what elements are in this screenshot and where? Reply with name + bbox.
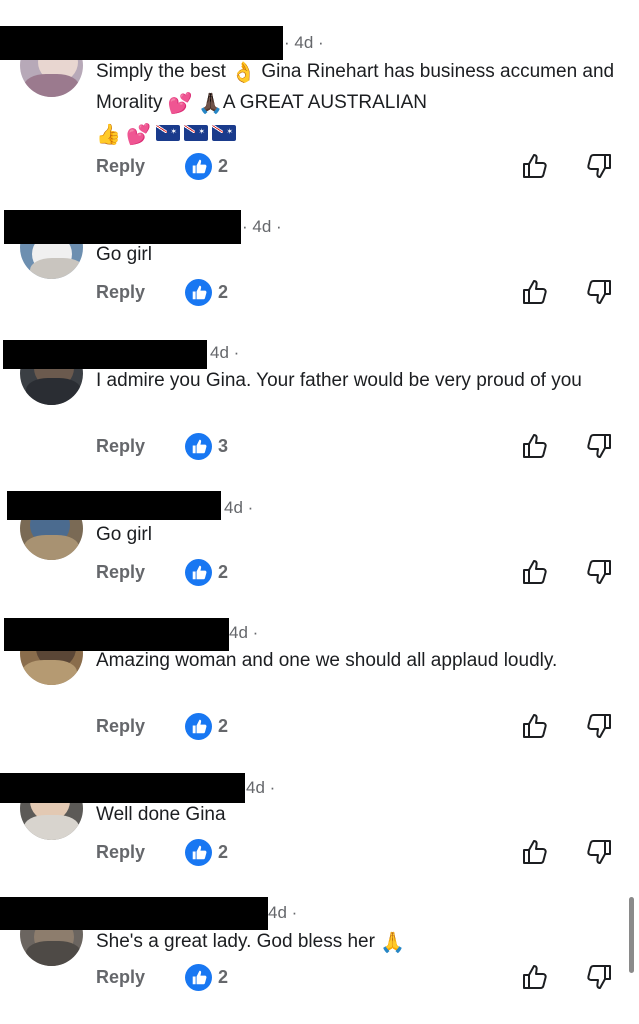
like-badge-icon <box>185 839 212 866</box>
comment-time: 4d <box>268 903 287 922</box>
comment-text: She's a great lady. God bless her 🙏 <box>96 931 406 954</box>
like-count: 2 <box>218 716 229 736</box>
comment-actions: Reply 2 <box>0 711 639 741</box>
thumbs-down-icon[interactable] <box>584 962 614 992</box>
reply-button[interactable]: Reply <box>96 837 145 867</box>
thumbs-up-icon[interactable] <box>520 557 550 587</box>
comment-meta: · 4d · <box>284 33 324 52</box>
australia-flag-icon <box>156 125 181 141</box>
like-badge-icon <box>185 713 212 740</box>
comment-actions: Reply 3 <box>0 431 639 461</box>
australia-flag-icon <box>212 125 237 141</box>
comment-text: Simply the best 👌 Gina Rinehart has busi… <box>96 57 616 150</box>
comment-meta: 4d · <box>229 623 259 642</box>
comment-time: 4d <box>294 33 314 52</box>
thumbs-up-icon[interactable] <box>520 151 550 181</box>
reply-button[interactable]: Reply <box>96 277 145 307</box>
comment-meta: 4d · <box>224 498 254 517</box>
like-badge-icon <box>185 153 212 180</box>
comment-time: 4d <box>210 343 229 362</box>
like-count: 2 <box>218 156 229 176</box>
like-badge-icon <box>185 964 212 991</box>
comment: 4d · Well done Gina Reply 2 <box>0 760 639 890</box>
comment-meta: · 4d · <box>242 217 282 236</box>
comment-text: Go girl <box>96 244 152 265</box>
reply-button[interactable]: Reply <box>96 431 145 461</box>
comment-actions: Reply 2 <box>0 151 639 181</box>
thumbs-up-icon[interactable] <box>520 962 550 992</box>
like-count: 2 <box>218 842 229 862</box>
hearts-emoji: 💕 <box>167 93 193 115</box>
scrollbar[interactable] <box>629 897 634 973</box>
like-badge-icon <box>185 279 212 306</box>
hearts-emoji: 💕 <box>126 124 152 146</box>
comment: 4d · Amazing woman and one we should all… <box>0 610 639 760</box>
thumbs-down-icon[interactable] <box>584 151 614 181</box>
comment: 4d · Go girl Reply 2 <box>0 480 639 610</box>
australia-flag-icon <box>184 125 209 141</box>
comment-text: I admire you Gina. Your father would be … <box>96 370 582 391</box>
reply-button[interactable]: Reply <box>96 962 145 992</box>
redacted-author-name <box>3 340 207 369</box>
reply-button[interactable]: Reply <box>96 557 145 587</box>
comment-text: Amazing woman and one we should all appl… <box>96 650 558 671</box>
comment-time: 4d <box>229 623 248 642</box>
reply-button[interactable]: Reply <box>96 711 145 741</box>
comment-meta: 4d · <box>210 343 240 362</box>
thumbs-down-icon[interactable] <box>584 431 614 461</box>
thumbs-down-icon[interactable] <box>584 837 614 867</box>
thumbs-up-icon[interactable] <box>520 837 550 867</box>
comment-text: Go girl <box>96 524 152 545</box>
thumbs-up-icon[interactable] <box>520 711 550 741</box>
redacted-author-name <box>0 773 245 803</box>
praying-hands-emoji: 🙏🏿 <box>197 93 223 115</box>
redacted-author-name <box>0 897 268 930</box>
comment-actions: Reply 2 <box>0 277 639 307</box>
like-count: 2 <box>218 967 229 987</box>
redacted-author-name <box>7 491 221 520</box>
comment-actions: Reply 2 <box>0 557 639 587</box>
thumbs-up-icon[interactable] <box>520 431 550 461</box>
comment: 4d · I admire you Gina. Your father woul… <box>0 330 639 480</box>
comment-meta: 4d · <box>246 778 276 797</box>
thumbs-down-icon[interactable] <box>584 557 614 587</box>
like-count: 2 <box>218 562 229 582</box>
ok-hand-emoji: 👌 <box>231 62 257 84</box>
comment-actions: Reply 2 <box>0 962 639 992</box>
like-count: 3 <box>218 436 229 456</box>
thumbs-down-icon[interactable] <box>584 277 614 307</box>
comment: · 4d · Go girl Reply 2 <box>0 190 639 330</box>
comment-time: 4d <box>252 217 272 236</box>
comment-time: 4d <box>224 498 243 517</box>
thumbs-up-icon[interactable] <box>520 277 550 307</box>
comment-meta: 4d · <box>268 903 298 922</box>
comment-actions: Reply 2 <box>0 837 639 867</box>
thumbs-up-emoji: 👍 <box>96 124 121 146</box>
like-count: 2 <box>218 282 229 302</box>
praying-hands-emoji: 🙏 <box>380 932 406 954</box>
like-badge-icon <box>185 559 212 586</box>
redacted-author-name <box>0 26 283 60</box>
reply-button[interactable]: Reply <box>96 151 145 181</box>
comment: 4d · She's a great lady. God bless her 🙏… <box>0 890 639 1024</box>
thumbs-down-icon[interactable] <box>584 711 614 741</box>
like-badge-icon <box>185 433 212 460</box>
redacted-author-name <box>4 210 241 244</box>
comment-text: Well done Gina <box>96 804 226 825</box>
comment: · 4d · Simply the best 👌 Gina Rinehart h… <box>0 0 639 190</box>
comment-time: 4d <box>246 778 265 797</box>
